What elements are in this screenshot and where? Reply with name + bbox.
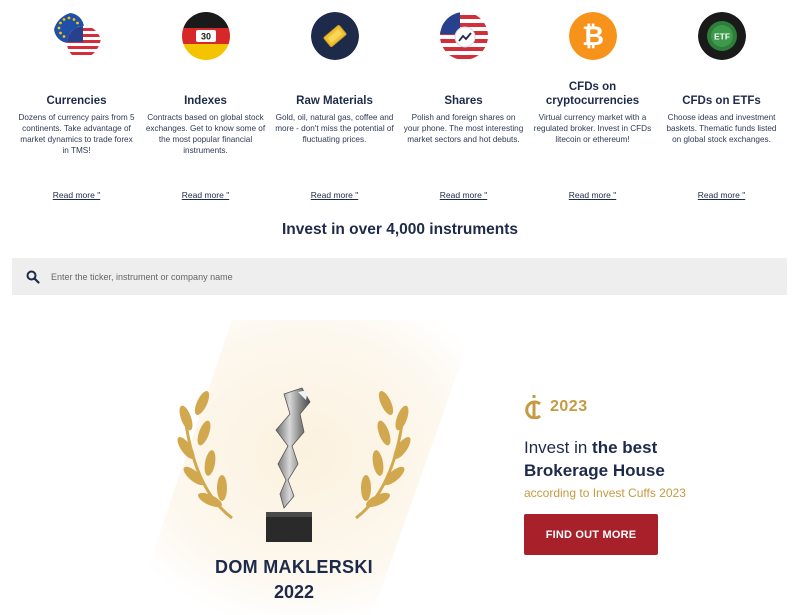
category-crypto-cfds: ₿ CFDs on cryptocurrencies Virtual curre… (528, 0, 657, 210)
promo-subtitle: according to Invest Cuffs 2023 (524, 486, 686, 500)
instrument-categories: Currencies Dozens of currency pairs from… (12, 0, 788, 210)
read-more-link[interactable]: Read more " (270, 190, 399, 200)
category-description: Choose ideas and investment baskets. The… (666, 113, 777, 144)
award-graphic: DOM MAKLERSKI 2022 (112, 320, 476, 615)
bitcoin-icon: ₿ (568, 12, 617, 60)
invest-cuffs-logo-icon (525, 395, 541, 419)
promo-line-1-bold: the best (592, 438, 658, 457)
category-etf-cfds: ETF CFDs on ETFs Choose ideas and invest… (657, 0, 786, 210)
read-more-link[interactable]: Read more " (12, 190, 141, 200)
instruments-headline: Invest in over 4,000 instruments (281, 221, 519, 238)
read-more-link[interactable]: Read more " (141, 190, 270, 200)
award-promo: 2023 Invest in the best Brokerage House … (524, 394, 784, 555)
svg-text:₿: ₿ (581, 21, 603, 51)
category-description: Dozens of currency pairs from 5 continen… (18, 113, 135, 155)
award-year: 2022 (273, 582, 315, 602)
etf-label: ETF (713, 32, 729, 42)
find-out-more-button[interactable]: FIND OUT MORE (524, 514, 658, 555)
promo-line-1-prefix: Invest in (524, 438, 593, 457)
category-title: Shares (444, 95, 483, 107)
search-icon[interactable] (26, 270, 40, 284)
category-description: Polish and foreign shares on your phone.… (403, 113, 524, 144)
index-number-label: 30 (200, 32, 210, 42)
badge-year: 2023 (550, 398, 588, 415)
category-indexes: 30 Indexes Contracts based on global sto… (141, 0, 270, 210)
category-description: Contracts based on global stock exchange… (145, 113, 266, 155)
category-title: Indexes (184, 95, 227, 107)
category-shares: Shares Polish and foreign shares on your… (399, 0, 528, 210)
category-title: Currencies (46, 95, 107, 107)
eu-us-flag-icon (53, 12, 101, 60)
search-input[interactable] (51, 271, 651, 282)
category-title: CFDs on ETFs (682, 95, 761, 107)
category-title: Raw Materials (296, 95, 373, 107)
category-description: Virtual currency market with a regulated… (533, 113, 652, 144)
promo-line-2: Brokerage House (524, 461, 665, 480)
german-flag-icon: 30 (181, 12, 230, 60)
trophy-statue-icon (266, 387, 312, 542)
promo-line-1: Invest in the best (524, 437, 784, 459)
category-currencies: Currencies Dozens of currency pairs from… (12, 0, 141, 210)
read-more-link[interactable]: Read more " (528, 190, 657, 200)
gold-bar-icon (310, 12, 359, 60)
instrument-search-bar[interactable] (12, 258, 787, 295)
category-raw-materials: Raw Materials Gold, oil, natural gas, co… (270, 0, 399, 210)
category-description: Gold, oil, natural gas, coffee and more … (275, 113, 394, 144)
invest-cuffs-badge: 2023 (524, 394, 784, 420)
read-more-link[interactable]: Read more " (399, 190, 528, 200)
category-title: CFDs on cryptocurrencies (545, 81, 640, 107)
etf-icon: ETF (697, 12, 746, 60)
award-title: DOM MAKLERSKI (215, 557, 373, 577)
us-flag-chart-icon (439, 12, 488, 60)
read-more-link[interactable]: Read more " (657, 190, 786, 200)
